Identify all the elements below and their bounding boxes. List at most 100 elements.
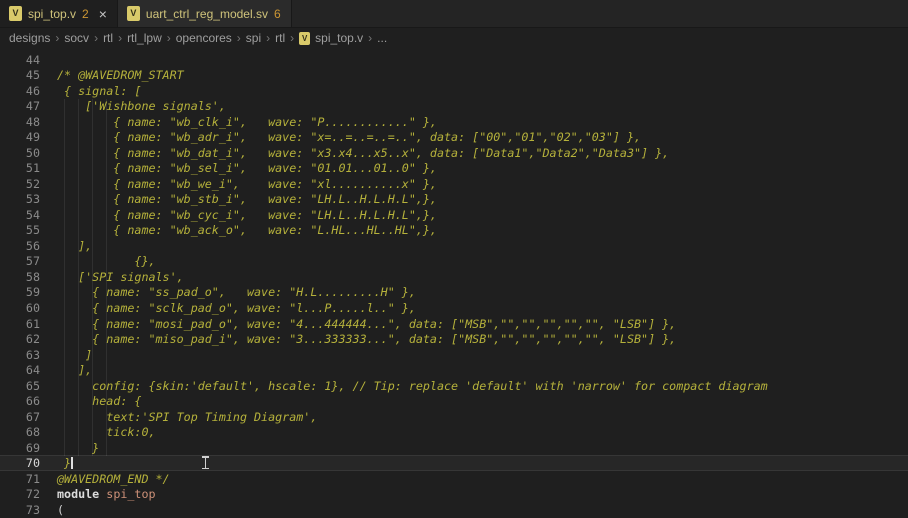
code-line-54[interactable]: 54 { name: "wb_cyc_i", wave: "LH.L..H.L.…: [0, 207, 908, 223]
breadcrumb-item-rtl[interactable]: rtl: [275, 31, 285, 45]
line-number[interactable]: 71: [0, 472, 40, 486]
token-comment: {},: [57, 254, 156, 268]
code-line-51[interactable]: 51 { name: "wb_sel_i", wave: "01.01...01…: [0, 161, 908, 177]
line-number[interactable]: 49: [0, 130, 40, 144]
line-number[interactable]: 66: [0, 394, 40, 408]
line-number[interactable]: 73: [0, 503, 40, 517]
tab-uart_ctrl_reg_model.sv[interactable]: Vuart_ctrl_reg_model.sv6: [118, 0, 292, 27]
line-number[interactable]: 44: [0, 53, 40, 67]
breadcrumb-item-opencores[interactable]: opencores: [176, 31, 232, 45]
line-number[interactable]: 65: [0, 379, 40, 393]
chevron-right-icon: ›: [290, 31, 294, 45]
text-caret: [71, 457, 73, 469]
close-icon[interactable]: ×: [99, 7, 107, 21]
code-line-68[interactable]: 68 tick:0,: [0, 424, 908, 440]
token-comment: { name: "wb_adr_i", wave: "x=..=..=..=..…: [57, 130, 641, 144]
line-number[interactable]: 67: [0, 410, 40, 424]
breadcrumb-item-designs[interactable]: designs: [9, 31, 50, 45]
line-number[interactable]: 60: [0, 301, 40, 315]
code-line-58[interactable]: 58 ['SPI signals',: [0, 269, 908, 285]
line-number[interactable]: 70: [0, 456, 40, 470]
code-line-65[interactable]: 65 config: {skin:'default', hscale: 1}, …: [0, 378, 908, 394]
line-number[interactable]: 53: [0, 192, 40, 206]
line-number[interactable]: 59: [0, 285, 40, 299]
line-number[interactable]: 69: [0, 441, 40, 455]
tab-bar: Vspi_top.v2×Vuart_ctrl_reg_model.sv6: [0, 0, 908, 28]
line-number[interactable]: 63: [0, 348, 40, 362]
token-comment: { name: "wb_we_i", wave: "xl..........x"…: [57, 177, 437, 191]
line-text: text:'SPI Top Timing Diagram',: [57, 410, 317, 424]
line-number[interactable]: 45: [0, 68, 40, 82]
chevron-right-icon: ›: [266, 31, 270, 45]
token-comment: { name: "wb_sel_i", wave: "01.01...01..0…: [57, 161, 437, 175]
line-number[interactable]: 50: [0, 146, 40, 160]
line-number[interactable]: 62: [0, 332, 40, 346]
line-number[interactable]: 56: [0, 239, 40, 253]
breadcrumb-more[interactable]: ...: [377, 31, 387, 45]
code-line-56[interactable]: 56 ],: [0, 238, 908, 254]
code-line-71[interactable]: 71@WAVEDROM_END */: [0, 471, 908, 487]
code-line-50[interactable]: 50 { name: "wb_dat_i", wave: "x3.x4...x5…: [0, 145, 908, 161]
code-line-48[interactable]: 48 { name: "wb_clk_i", wave: "P.........…: [0, 114, 908, 130]
code-line-69[interactable]: 69 }: [0, 440, 908, 456]
breadcrumb-item-rtl_lpw[interactable]: rtl_lpw: [127, 31, 162, 45]
code-line-57[interactable]: 57 {},: [0, 254, 908, 270]
code-line-45[interactable]: 45/* @WAVEDROM_START: [0, 68, 908, 84]
breadcrumb-item-socv[interactable]: socv: [64, 31, 89, 45]
line-number[interactable]: 61: [0, 317, 40, 331]
token-comment: { signal: [: [57, 84, 141, 98]
code-line-60[interactable]: 60 { name: "sclk_pad_o", wave: "l...P...…: [0, 300, 908, 316]
line-number[interactable]: 54: [0, 208, 40, 222]
line-text: { name: "wb_dat_i", wave: "x3.x4...x5..x…: [57, 146, 669, 160]
code-line-72[interactable]: 72 module spi_top: [0, 486, 908, 502]
line-number[interactable]: 55: [0, 223, 40, 237]
code-line-66[interactable]: 66 head: {: [0, 393, 908, 409]
code-line-59[interactable]: 59 { name: "ss_pad_o", wave: "H.L.......…: [0, 285, 908, 301]
token-keyword: module: [57, 487, 99, 501]
code-editor[interactable]: 4445/* @WAVEDROM_START46 { signal: [47 […: [0, 48, 908, 518]
tab-label: spi_top.v: [28, 7, 76, 21]
line-number[interactable]: 57: [0, 254, 40, 268]
line-number[interactable]: 68: [0, 425, 40, 439]
code-line-64[interactable]: 64 ],: [0, 362, 908, 378]
token-comment: ['Wishbone signals',: [57, 99, 226, 113]
breadcrumb-item-spi[interactable]: spi: [246, 31, 261, 45]
code-line-62[interactable]: 62 { name: "miso_pad_i", wave: "3...3333…: [0, 331, 908, 347]
code-line-44[interactable]: 44: [0, 52, 908, 68]
code-line-52[interactable]: 52 { name: "wb_we_i", wave: "xl.........…: [0, 176, 908, 192]
token-comment: { name: "wb_cyc_i", wave: "LH.L..H.L.H.L…: [57, 208, 437, 222]
line-number[interactable]: 47: [0, 99, 40, 113]
token-comment: config: {skin:'default', hscale: 1}, // …: [57, 379, 768, 393]
line-number[interactable]: 52: [0, 177, 40, 191]
token-plain: (: [57, 503, 64, 517]
token-entity: spi_top: [106, 487, 155, 501]
line-text: tick:0,: [57, 425, 156, 439]
tab-problems-badge: 6: [274, 7, 281, 21]
code-line-46[interactable]: 46 { signal: [: [0, 83, 908, 99]
tab-spi_top.v[interactable]: Vspi_top.v2×: [0, 0, 118, 27]
line-number[interactable]: 64: [0, 363, 40, 377]
line-text: module spi_top: [57, 487, 156, 501]
code-line-55[interactable]: 55 { name: "wb_ack_o", wave: "L.HL...HL.…: [0, 223, 908, 239]
line-number[interactable]: 72: [0, 487, 40, 501]
code-line-53[interactable]: 53 { name: "wb_stb_i", wave: "LH.L..H.L.…: [0, 192, 908, 208]
token-comment: { name: "wb_ack_o", wave: "L.HL...HL..HL…: [57, 223, 437, 237]
chevron-right-icon: ›: [167, 31, 171, 45]
line-number[interactable]: 58: [0, 270, 40, 284]
code-line-49[interactable]: 49 { name: "wb_adr_i", wave: "x=..=..=..…: [0, 130, 908, 146]
code-line-47[interactable]: 47 ['Wishbone signals',: [0, 99, 908, 115]
line-number[interactable]: 51: [0, 161, 40, 175]
line-text: { name: "sclk_pad_o", wave: "l...P.....l…: [57, 301, 416, 315]
line-number[interactable]: 48: [0, 115, 40, 129]
code-line-63[interactable]: 63 ]: [0, 347, 908, 363]
token-comment: ],: [57, 363, 92, 377]
token-comment: { name: "mosi_pad_o", wave: "4...444444.…: [57, 317, 676, 331]
line-text: }: [57, 456, 73, 470]
code-line-73[interactable]: 73 (: [0, 502, 908, 518]
breadcrumb-item-rtl[interactable]: rtl: [103, 31, 113, 45]
breadcrumb-item-file[interactable]: spi_top.v: [315, 31, 363, 45]
code-line-67[interactable]: 67 text:'SPI Top Timing Diagram',: [0, 409, 908, 425]
code-line-61[interactable]: 61 { name: "mosi_pad_o", wave: "4...4444…: [0, 316, 908, 332]
line-number[interactable]: 46: [0, 84, 40, 98]
code-line-70[interactable]: 70 }: [0, 455, 908, 471]
